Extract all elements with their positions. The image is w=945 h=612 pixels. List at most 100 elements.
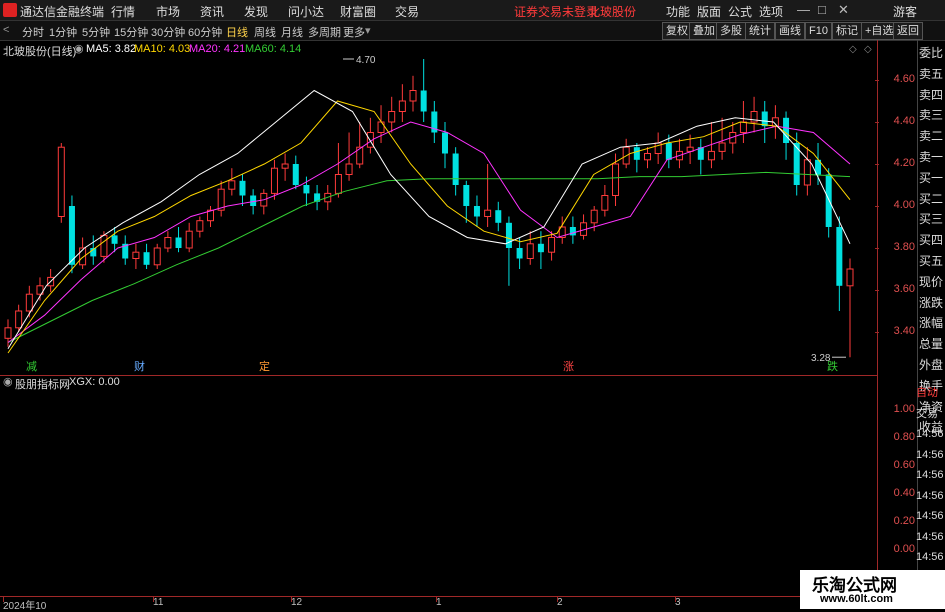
menu-trade[interactable]: 交易 bbox=[395, 3, 419, 20]
menu-quotes[interactable]: 行情 bbox=[111, 3, 135, 20]
candle-up bbox=[548, 237, 556, 253]
period-toolbar: < 分时 1分钟 5分钟 15分钟 30分钟 60分钟 日线 周线 月线 多周期… bbox=[0, 21, 945, 41]
candle-down bbox=[111, 235, 118, 244]
back-button[interactable]: 返回 bbox=[893, 22, 923, 40]
period-more[interactable]: 更多 bbox=[343, 24, 365, 40]
sub-tick-label: 0.00 bbox=[893, 543, 915, 555]
candle-down bbox=[292, 164, 299, 185]
menu-wealth[interactable]: 财富圈 bbox=[340, 3, 376, 20]
menu-ask[interactable]: 问小达 bbox=[288, 3, 324, 20]
trade-log-entry: 14:56 bbox=[916, 428, 944, 440]
guest-login[interactable]: 游客 bbox=[893, 3, 917, 20]
stats-button[interactable]: 统计 bbox=[745, 22, 775, 40]
date-tick-mark bbox=[675, 596, 676, 602]
date-tick-mark bbox=[436, 596, 437, 602]
overlay-button[interactable]: 叠加 bbox=[689, 22, 719, 40]
close-icon[interactable]: ✕ bbox=[838, 2, 849, 18]
period-daily[interactable]: 日线 bbox=[226, 24, 248, 40]
candle-down bbox=[441, 132, 448, 154]
date-tick-label: 11 bbox=[153, 597, 164, 608]
date-tick-mark bbox=[557, 596, 558, 602]
menu-function[interactable]: 功能 bbox=[666, 3, 690, 20]
quote-field-label: 买三 bbox=[919, 212, 944, 227]
draw-button[interactable]: 画线 bbox=[775, 22, 805, 40]
candle-down bbox=[239, 180, 246, 196]
menu-news[interactable]: 资讯 bbox=[200, 3, 224, 20]
quote-field-label: 现价 bbox=[919, 274, 944, 289]
candle-up bbox=[185, 230, 193, 249]
trade-log-entry: 14:56 bbox=[916, 469, 944, 481]
f10-button[interactable]: F10 bbox=[805, 22, 832, 40]
menu-formula[interactable]: 公式 bbox=[728, 3, 752, 20]
candle-up bbox=[409, 90, 417, 102]
date-tick-mark bbox=[291, 596, 292, 602]
period-weekly[interactable]: 周线 bbox=[254, 24, 276, 40]
adjust-button[interactable]: 复权 bbox=[662, 22, 692, 40]
quote-field-label: 卖三 bbox=[919, 108, 944, 123]
date-tick-label: 12 bbox=[291, 597, 303, 608]
period-multi[interactable]: 多周期 bbox=[308, 24, 341, 40]
y-tick-label: 4.00 bbox=[893, 199, 915, 211]
menu-market[interactable]: 市场 bbox=[156, 3, 180, 20]
period-monthly[interactable]: 月线 bbox=[281, 24, 303, 40]
quote-field-label: 卖四 bbox=[919, 87, 944, 102]
candle-up bbox=[377, 121, 385, 133]
menu-layout[interactable]: 版面 bbox=[697, 3, 721, 20]
candle-down bbox=[495, 210, 502, 223]
quote-field-label: 买四 bbox=[919, 233, 944, 248]
candle-up bbox=[484, 209, 492, 217]
candle-up bbox=[25, 293, 33, 312]
sub-tick-label: 0.40 bbox=[893, 487, 915, 499]
multi-stock-button[interactable]: 多股 bbox=[716, 22, 746, 40]
candle-down bbox=[250, 195, 257, 206]
period-15min[interactable]: 15分钟 bbox=[114, 24, 148, 40]
date-tick-label: 2024年10 bbox=[3, 601, 47, 612]
date-tick-mark bbox=[3, 596, 4, 602]
period-5min[interactable]: 5分钟 bbox=[82, 24, 110, 40]
quote-field-label: 卖二 bbox=[919, 129, 944, 144]
candle-down bbox=[68, 206, 75, 265]
candle-down bbox=[452, 153, 459, 185]
period-tick[interactable]: 分时 bbox=[22, 24, 44, 40]
menu-options[interactable]: 选项 bbox=[759, 3, 783, 20]
trade-log-entry: 14:56 bbox=[916, 510, 944, 522]
quote-field-label: 买一 bbox=[919, 170, 944, 185]
kline-chart[interactable]: 4.703.28减财定涨跌 bbox=[0, 40, 880, 375]
add-watchlist-button[interactable]: +自选 bbox=[861, 22, 898, 40]
candle-down bbox=[420, 90, 427, 112]
app-logo-icon bbox=[3, 3, 17, 17]
more-dropdown-icon[interactable]: ▾ bbox=[365, 24, 371, 37]
subchart-title: 股朋指标网 bbox=[15, 379, 70, 391]
period-60min[interactable]: 60分钟 bbox=[188, 24, 222, 40]
mark-button[interactable]: 标记 bbox=[832, 22, 862, 40]
candle-up bbox=[270, 167, 278, 194]
sub-tick-label: 0.80 bbox=[893, 431, 915, 443]
candle-down bbox=[665, 143, 672, 160]
candle-up bbox=[601, 195, 609, 211]
minimize-icon[interactable]: — bbox=[797, 2, 810, 17]
candle-up bbox=[803, 159, 811, 186]
period-30min[interactable]: 30分钟 bbox=[151, 24, 185, 40]
candle-up bbox=[707, 150, 715, 161]
sub-tick-label: 0.20 bbox=[893, 515, 915, 527]
trade-log-entry: 14:56 bbox=[916, 489, 944, 502]
menu-discover[interactable]: 发现 bbox=[244, 3, 268, 20]
quote-field-label: 买五 bbox=[919, 254, 944, 268]
prev-arrow-icon[interactable]: < bbox=[3, 24, 9, 36]
trade-log-entry: 自动 bbox=[916, 387, 938, 399]
candle-down bbox=[505, 222, 512, 248]
y-tick-label: 3.40 bbox=[893, 325, 915, 337]
quote-field-label: 委比 bbox=[919, 46, 944, 60]
candle-up bbox=[100, 234, 108, 257]
event-marker: 跌 bbox=[827, 359, 838, 373]
xgx-value: XGX: 0.00 bbox=[69, 376, 120, 388]
current-stock-name: 北玻股份 bbox=[588, 5, 637, 19]
quote-field-label: 涨跌 bbox=[919, 295, 944, 310]
maximize-icon[interactable]: □ bbox=[818, 2, 826, 17]
y-tick-label: 4.60 bbox=[893, 73, 915, 85]
ma10-line bbox=[7, 100, 851, 354]
period-1min[interactable]: 1分钟 bbox=[49, 24, 77, 40]
candle-up bbox=[846, 268, 854, 287]
candle-down bbox=[463, 185, 470, 206]
subchart-settings-icon[interactable]: ◉ bbox=[3, 375, 13, 388]
